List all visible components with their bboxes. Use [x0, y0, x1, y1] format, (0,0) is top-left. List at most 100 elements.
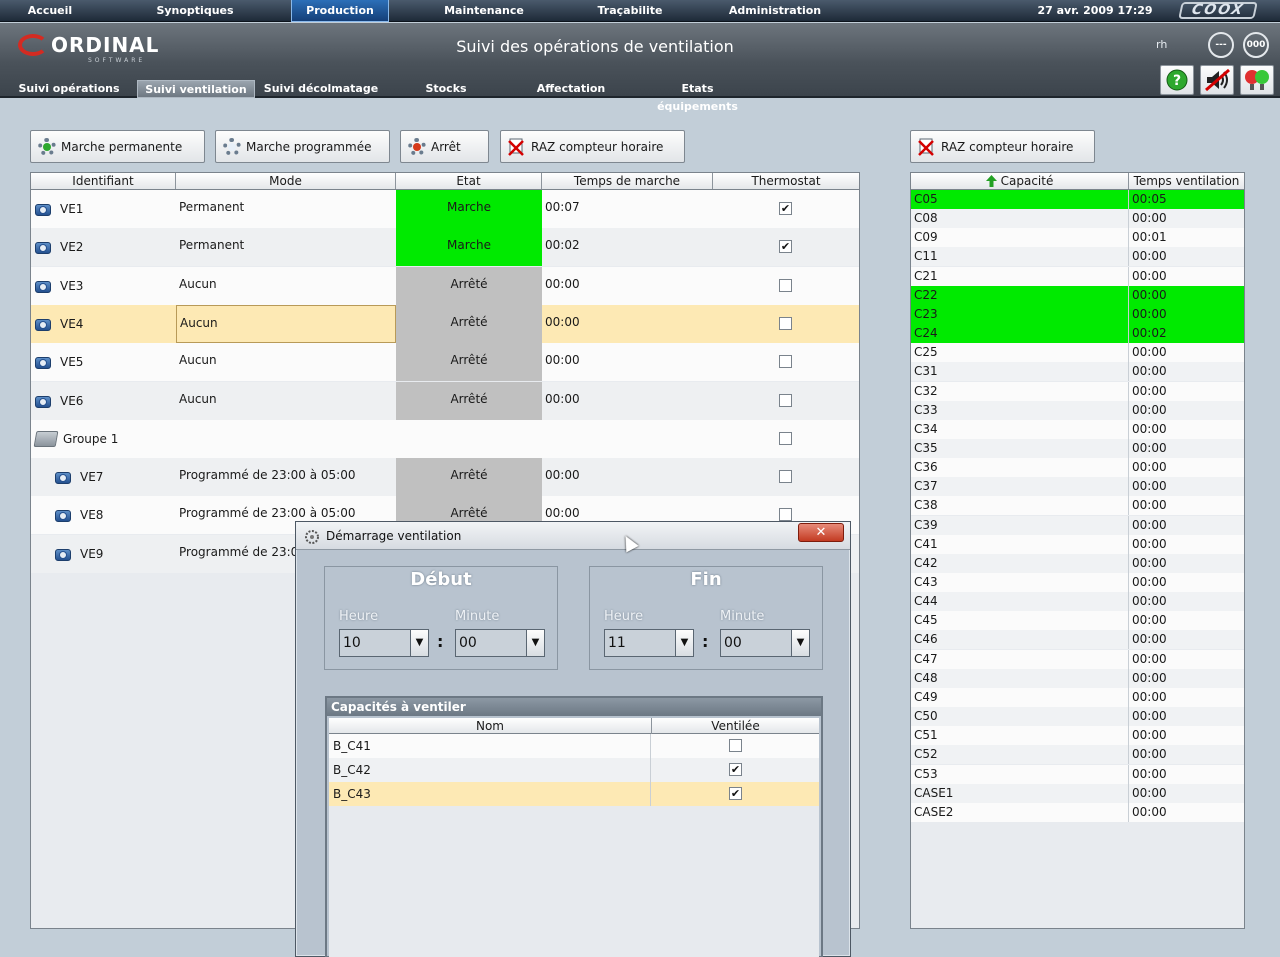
thermostat-checkbox[interactable] [779, 202, 792, 215]
capacity-row[interactable]: C47 00:00 [911, 649, 1244, 669]
capacity-row[interactable]: C38 00:00 [911, 496, 1244, 516]
table-row[interactable]: VE4 Aucun Arrêté 00:00 [31, 304, 859, 343]
raz-compteur-button[interactable]: RAZ compteur horaire [500, 130, 685, 163]
capacity-row[interactable]: CASE2 00:00 [911, 802, 1244, 822]
subnav-suivi-ventilation[interactable]: Suivi ventilation [137, 80, 255, 98]
thermostat-checkbox[interactable] [779, 278, 792, 292]
capacity-row[interactable]: C32 00:00 [911, 381, 1244, 401]
debut-heure-select[interactable]: 10 ▼ [339, 629, 429, 657]
mute-sound-icon[interactable] [1200, 65, 1234, 95]
capacity-row[interactable]: C35 00:00 [911, 438, 1244, 458]
capacity-row[interactable]: C48 00:00 [911, 668, 1244, 688]
col-mode[interactable]: Mode [176, 173, 396, 189]
fin-heure-select[interactable]: 11 ▼ [604, 629, 694, 657]
table-row[interactable]: VE5 Aucun Arrêté 00:00 [31, 343, 859, 382]
table-row[interactable]: VE3 Aucun Arrêté 00:00 [31, 266, 859, 305]
capacity-time: 00:00 [1132, 421, 1167, 436]
thermostat-checkbox[interactable] [779, 393, 792, 407]
capacity-row[interactable]: C05 00:05 [911, 190, 1244, 209]
chevron-down-icon[interactable]: ▼ [675, 630, 693, 656]
capacity-row[interactable]: C51 00:00 [911, 726, 1244, 746]
ventilee-checkbox[interactable] [729, 763, 742, 776]
table-header: Identifiant Mode Etat Temps de marche Th… [31, 173, 859, 190]
col-etat[interactable]: Etat [396, 173, 542, 189]
close-button[interactable]: ✕ [798, 523, 844, 542]
debut-minute-select[interactable]: 00 ▼ [455, 629, 545, 657]
nav-production[interactable]: Production [291, 0, 389, 22]
subnav-suivi-decolmatage[interactable]: Suivi décolmatage [262, 80, 380, 98]
capacity-row[interactable]: C39 00:00 [911, 515, 1244, 535]
alarm-lights-icon[interactable] [1240, 65, 1274, 95]
capacity-row[interactable]: C37 00:00 [911, 477, 1244, 497]
col-capacite[interactable]: Capacité [911, 173, 1129, 189]
capacity-row[interactable]: C42 00:00 [911, 553, 1244, 573]
chevron-down-icon[interactable]: ▼ [791, 630, 809, 656]
col-ventilee[interactable]: Ventilée [652, 718, 819, 734]
ventilee-checkbox[interactable] [729, 739, 742, 752]
marche-programmee-button[interactable]: Marche programmée [215, 130, 390, 163]
subnav-stocks[interactable]: Stocks [410, 80, 482, 98]
capacity-row[interactable]: C53 00:00 [911, 764, 1244, 784]
nav-tracabilite[interactable]: Traçabilite [580, 0, 680, 22]
table-row[interactable]: VE1 Permanent Marche 00:07 [31, 190, 859, 228]
capacity-row[interactable]: C09 00:01 [911, 228, 1244, 248]
capacity-row[interactable]: C41 00:00 [911, 534, 1244, 554]
nav-accueil[interactable]: Accueil [0, 0, 100, 22]
subnav-affectation[interactable]: Affectation [530, 80, 612, 98]
capacity-row[interactable]: C24 00:02 [911, 324, 1244, 344]
col-temps-ventilation[interactable]: Temps ventilation [1129, 173, 1244, 189]
table-row[interactable]: VE6 Aucun Arrêté 00:00 [31, 381, 859, 420]
capacity-row[interactable]: C44 00:00 [911, 592, 1244, 612]
capacity-row[interactable]: C34 00:00 [911, 419, 1244, 439]
capacite-row[interactable]: B_C42 [329, 758, 819, 782]
thermostat-checkbox[interactable] [779, 355, 792, 369]
help-icon[interactable]: ? [1160, 65, 1194, 95]
nav-synoptiques[interactable]: Synoptiques [145, 0, 245, 22]
capacite-row[interactable]: B_C41 [329, 734, 819, 758]
subnav-etats-equipements[interactable]: Etats équipements [640, 80, 755, 113]
capacite-row[interactable]: B_C43 [329, 782, 819, 806]
nav-maintenance[interactable]: Maintenance [430, 0, 538, 22]
capacity-row[interactable]: C52 00:00 [911, 745, 1244, 765]
chevron-down-icon[interactable]: ▼ [526, 630, 544, 656]
thermostat-checkbox[interactable] [779, 316, 792, 330]
capacity-row[interactable]: C23 00:00 [911, 304, 1244, 324]
ventilee-checkbox[interactable] [729, 787, 742, 800]
capacity-row[interactable]: C45 00:00 [911, 611, 1244, 631]
capacity-row[interactable]: C43 00:00 [911, 573, 1244, 592]
thermostat-checkbox[interactable] [779, 431, 792, 445]
nav-administration[interactable]: Administration [715, 0, 835, 22]
marche-permanente-button[interactable]: Marche permanente [30, 130, 205, 163]
capacity-row[interactable]: C46 00:00 [911, 630, 1244, 650]
capacity-row[interactable]: C50 00:00 [911, 707, 1244, 727]
fin-minute-select[interactable]: 00 ▼ [720, 629, 810, 657]
capacity-row[interactable]: C08 00:00 [911, 209, 1244, 229]
raz-compteur-button-right[interactable]: RAZ compteur horaire [910, 130, 1095, 163]
capacity-row[interactable]: C49 00:00 [911, 687, 1244, 707]
capacity-row[interactable]: C25 00:00 [911, 343, 1244, 363]
round-button-zeros[interactable]: 000 [1243, 32, 1269, 58]
capacity-row[interactable]: C31 00:00 [911, 362, 1244, 382]
capacity-row[interactable]: C11 00:00 [911, 247, 1244, 267]
capacity-row[interactable]: C22 00:00 [911, 285, 1244, 305]
col-nom[interactable]: Nom [329, 718, 652, 734]
col-thermostat[interactable]: Thermostat [713, 173, 859, 189]
capacity-row[interactable]: C21 00:00 [911, 266, 1244, 286]
chevron-down-icon[interactable]: ▼ [410, 630, 428, 656]
thermostat-checkbox[interactable] [779, 240, 792, 254]
table-row[interactable]: Groupe 1 [31, 419, 859, 458]
capacity-row[interactable]: C36 00:00 [911, 458, 1244, 478]
thermostat-checkbox[interactable] [779, 470, 792, 484]
arret-button[interactable]: Arrêt [400, 130, 489, 163]
subnav-suivi-operations[interactable]: Suivi opérations [15, 80, 123, 98]
capacity-time: 00:00 [1132, 211, 1167, 226]
capacity-row[interactable]: C33 00:00 [911, 400, 1244, 420]
round-button-dashes[interactable]: --- [1208, 32, 1234, 58]
dialog-titlebar[interactable]: Démarrage ventilation ✕ [296, 522, 850, 550]
table-row[interactable]: VE7 Programmé de 23:00 à 05:00 Arrêté 00:00 [31, 458, 859, 497]
thermostat-checkbox[interactable] [779, 508, 792, 522]
col-identifiant[interactable]: Identifiant [31, 173, 176, 189]
col-temps-marche[interactable]: Temps de marche [542, 173, 713, 189]
capacity-row[interactable]: CASE1 00:00 [911, 783, 1244, 803]
table-row[interactable]: VE2 Permanent Marche 00:02 [31, 228, 859, 267]
